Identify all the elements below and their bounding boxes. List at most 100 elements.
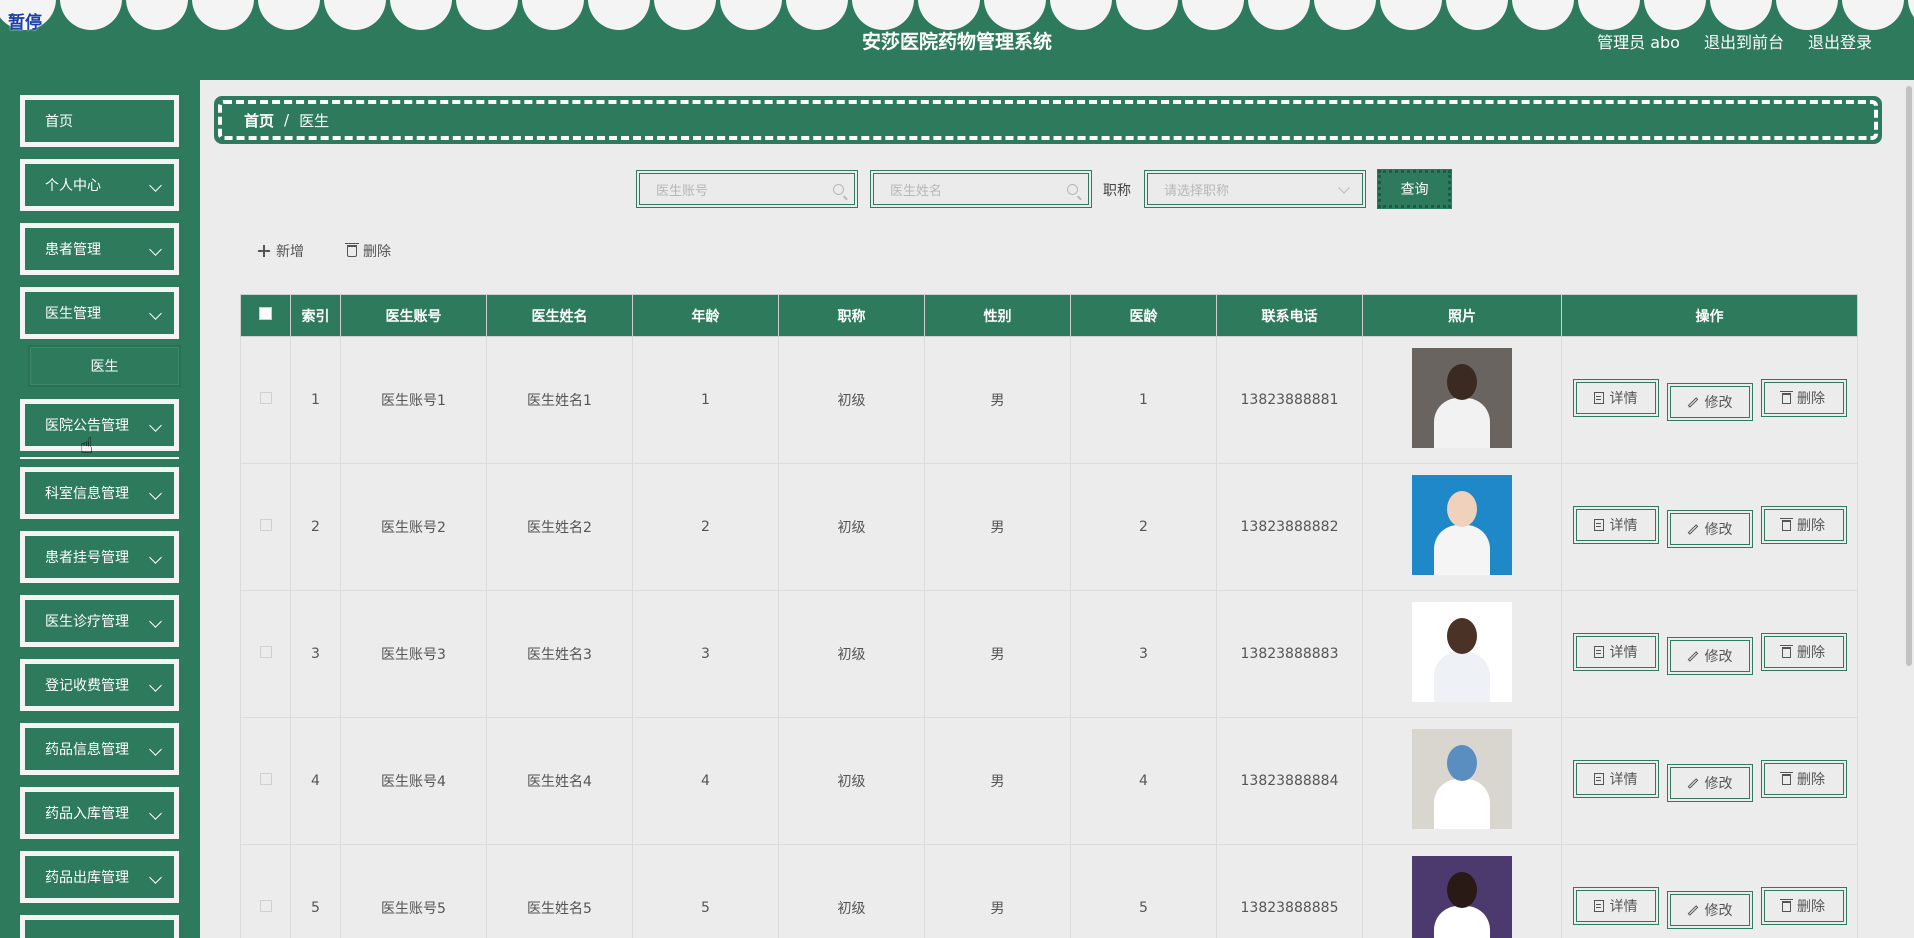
pen-icon xyxy=(1687,396,1698,408)
doctor-photo[interactable] xyxy=(1412,856,1512,938)
doctor-account-search-input[interactable]: 医生账号 xyxy=(636,170,858,208)
chevron-down-icon xyxy=(149,243,162,256)
edit-button[interactable]: 修改 xyxy=(1666,383,1753,422)
row-checkbox[interactable] xyxy=(259,646,272,658)
sidebar-item-doctor-management[interactable]: 医生管理 xyxy=(20,287,179,339)
cell-years: 2 xyxy=(1070,463,1217,591)
sidebar-item-label: 药品信息管理 xyxy=(45,742,129,758)
sidebar-item-billing-management[interactable]: 登记收费管理 xyxy=(20,659,179,711)
select-all-cell[interactable] xyxy=(240,294,291,337)
detail-label: 详情 xyxy=(1609,390,1638,407)
doctor-photo[interactable] xyxy=(1412,729,1512,829)
scallop-shape xyxy=(126,0,188,30)
cell-photo xyxy=(1362,717,1562,845)
chevron-down-icon xyxy=(149,871,162,884)
select-placeholder: 请选择职称 xyxy=(1164,183,1230,199)
sidebar-item-drug-outbound-management[interactable]: 药品出库管理 xyxy=(20,851,179,903)
photo-figure-body xyxy=(1434,906,1490,938)
batch-delete-button[interactable]: 删除 xyxy=(345,240,391,262)
doctor-photo[interactable] xyxy=(1412,348,1512,448)
query-button[interactable]: 查询 xyxy=(1377,169,1452,209)
cell-account: 医生账号4 xyxy=(340,717,487,845)
cell-years: 3 xyxy=(1070,590,1217,718)
select-all-checkbox[interactable] xyxy=(259,307,272,320)
row-select-cell[interactable] xyxy=(240,844,291,938)
sidebar-item-drug-info-management[interactable]: 药品信息管理 xyxy=(20,723,179,775)
detail-label: 详情 xyxy=(1609,644,1638,661)
scallop-shape xyxy=(1380,0,1442,30)
column-header-photo: 照片 xyxy=(1362,294,1562,337)
detail-button[interactable]: 详情 xyxy=(1572,886,1659,925)
row-select-cell[interactable] xyxy=(240,336,291,464)
search-placeholder: 医生账号 xyxy=(656,183,709,199)
row-checkbox[interactable] xyxy=(259,392,272,404)
cell-index: 2 xyxy=(290,463,341,591)
breadcrumb-home[interactable]: 首页 xyxy=(244,110,274,131)
sidebar-item-label: 科室信息管理 xyxy=(45,486,129,502)
table-row: 2 医生账号2 医生姓名2 2 初级男 2 13823888882 详情 修改 删除 xyxy=(240,463,1858,591)
mouse-cursor-hand-icon: ☝ xyxy=(80,434,94,459)
scallop-shape xyxy=(654,0,716,30)
document-icon xyxy=(1593,391,1604,404)
doctor-name-search-input[interactable]: 医生姓名 xyxy=(870,170,1092,208)
delete-button[interactable]: 删除 xyxy=(1760,887,1847,926)
sidebar-item-personal-center[interactable]: 个人中心 xyxy=(20,159,179,211)
cell-age: 2 xyxy=(632,463,779,591)
delete-button[interactable]: 删除 xyxy=(1760,506,1847,545)
sidebar-item-label: 医生诊疗管理 xyxy=(45,614,129,630)
sidebar-item-patient-management[interactable]: 患者管理 xyxy=(20,223,179,275)
row-checkbox[interactable] xyxy=(259,900,272,912)
row-select-cell[interactable] xyxy=(240,717,291,845)
cell-title: 初级 xyxy=(778,336,925,464)
cell-years: 1 xyxy=(1070,336,1217,464)
scrollbar-thumb[interactable] xyxy=(1906,86,1912,666)
sidebar-item-department-management[interactable]: 科室信息管理 xyxy=(20,467,179,519)
delete-button[interactable]: 删除 xyxy=(1760,633,1847,672)
scallop-shape xyxy=(852,0,914,30)
to-frontend-link[interactable]: 退出到前台 xyxy=(1704,29,1784,53)
cell-title: 初级 xyxy=(778,717,925,845)
row-checkbox[interactable] xyxy=(259,773,272,785)
sidebar-item-hospital-notice-management[interactable]: 医院公告管理 xyxy=(20,399,179,451)
edit-button[interactable]: 修改 xyxy=(1666,764,1753,803)
detail-button[interactable]: 详情 xyxy=(1572,632,1659,671)
cell-index: 3 xyxy=(290,590,341,718)
scallop-shape xyxy=(1446,0,1508,30)
scallop-shape xyxy=(786,0,848,30)
sidebar-item-registration-management[interactable]: 患者挂号管理 xyxy=(20,531,179,583)
cell-gender: 男 xyxy=(924,590,1071,718)
edit-button[interactable]: 修改 xyxy=(1666,510,1753,549)
cell-phone: 13823888882 xyxy=(1216,463,1363,591)
photo-figure-head xyxy=(1447,618,1477,654)
row-select-cell[interactable] xyxy=(240,463,291,591)
table-row: 5 医生账号5 医生姓名5 5 初级男 5 13823888885 详情 修改 删除 xyxy=(240,844,1858,938)
sidebar-item-home[interactable]: 首页 xyxy=(20,95,179,147)
add-button[interactable]: 新增 xyxy=(258,240,304,262)
sidebar-item-drug-inbound-management[interactable]: 药品入库管理 xyxy=(20,787,179,839)
edit-label: 修改 xyxy=(1704,776,1733,793)
breadcrumb-separator: / xyxy=(284,111,290,129)
doctor-photo[interactable] xyxy=(1412,475,1512,575)
cell-name: 医生姓名1 xyxy=(486,336,633,464)
photo-figure-body xyxy=(1434,398,1490,448)
detail-button[interactable]: 详情 xyxy=(1572,759,1659,798)
detail-button[interactable]: 详情 xyxy=(1572,505,1659,544)
title-select[interactable]: 请选择职称 xyxy=(1144,170,1366,208)
delete-button[interactable]: 删除 xyxy=(1760,760,1847,799)
row-select-cell[interactable] xyxy=(240,590,291,718)
detail-button[interactable]: 详情 xyxy=(1572,378,1659,417)
doctor-photo[interactable] xyxy=(1412,602,1512,702)
app-root: 暂停 安莎医院药物管理系统 管理员 abo 退出到前台 退出登录 首页 个人中心… xyxy=(0,0,1914,938)
sidebar-item-next-partial[interactable] xyxy=(20,915,179,938)
delete-label: 删除 xyxy=(363,244,391,260)
sidebar-subitem-doctor[interactable]: 医生 xyxy=(28,345,181,387)
sidebar-item-diagnosis-management[interactable]: 医生诊疗管理 xyxy=(20,595,179,647)
scallop-shape xyxy=(522,0,584,30)
row-checkbox[interactable] xyxy=(259,519,272,531)
edit-button[interactable]: 修改 xyxy=(1666,637,1753,676)
delete-button[interactable]: 删除 xyxy=(1760,379,1847,418)
logout-link[interactable]: 退出登录 xyxy=(1808,29,1872,53)
search-placeholder: 医生姓名 xyxy=(890,183,943,199)
edit-button[interactable]: 修改 xyxy=(1666,891,1753,930)
vertical-scrollbar[interactable] xyxy=(1902,80,1914,938)
